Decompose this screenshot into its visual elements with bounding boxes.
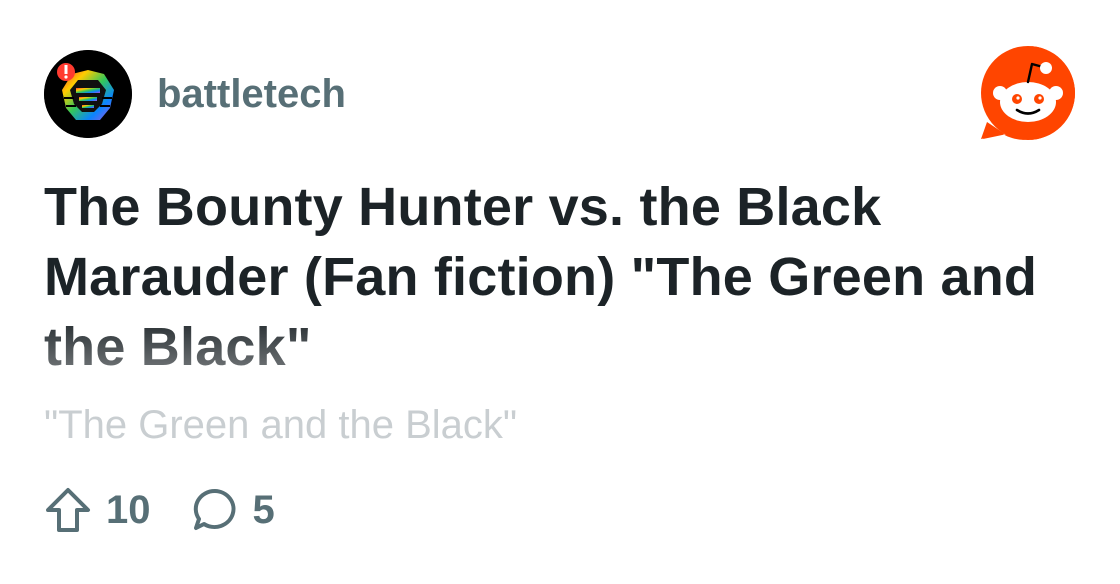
upvote-count: 10 xyxy=(106,487,151,532)
battletech-mech-head-icon xyxy=(44,50,132,138)
post-body-preview: "The Green and the Black" xyxy=(44,403,518,447)
comment-bubble-icon[interactable] xyxy=(191,486,239,534)
post-title[interactable]: The Bounty Hunter vs. the Black Marauder… xyxy=(44,172,1084,382)
post-header: battletech xyxy=(44,50,346,138)
comment-count: 5 xyxy=(252,487,275,532)
reddit-logo-icon[interactable] xyxy=(979,44,1077,142)
upvote-stat[interactable]: 10 xyxy=(44,486,151,534)
reddit-snoo-icon xyxy=(981,46,1075,140)
subreddit-name[interactable]: battletech xyxy=(157,72,346,117)
subreddit-avatar[interactable] xyxy=(44,50,132,138)
upvote-arrow-icon[interactable] xyxy=(44,486,92,534)
post-stats: 10 5 xyxy=(44,482,315,538)
comment-stat[interactable]: 5 xyxy=(191,486,275,534)
post-share-card: battletech The Bounty Hunter vs. the Bla… xyxy=(0,0,1120,584)
